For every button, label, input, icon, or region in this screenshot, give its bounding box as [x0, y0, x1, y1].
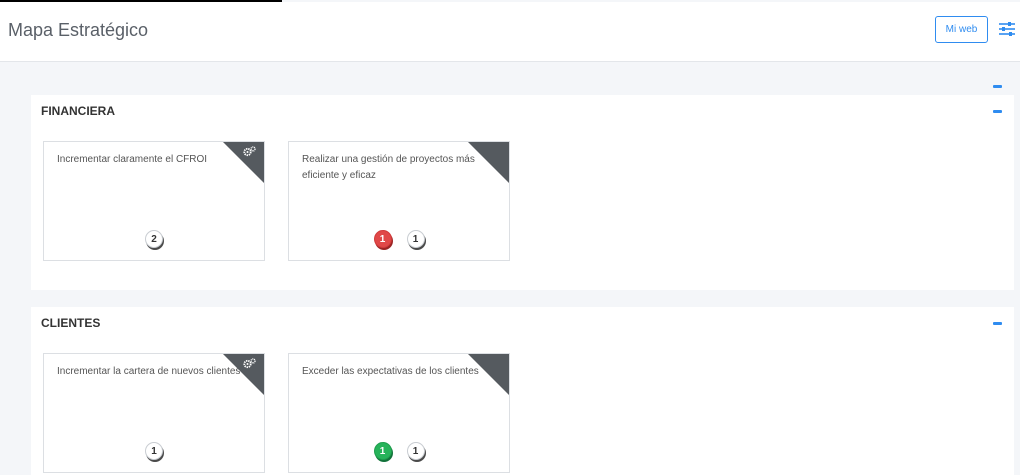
mi-web-button[interactable]: Mi web [935, 16, 988, 43]
objective-text: Realizar una gestión de proyectos más ef… [302, 154, 475, 181]
card-badges: 1 1 [289, 442, 509, 460]
section-financiera: FINANCIERA Incrementar claramente el CFR… [31, 95, 1014, 290]
gears-icon [243, 146, 256, 157]
objective-card[interactable]: Exceder las expectativas de los clientes… [288, 353, 510, 473]
objective-card[interactable]: Incrementar la cartera de nuevos cliente… [43, 353, 265, 473]
count-badge[interactable]: 1 [406, 442, 425, 460]
count-badge[interactable]: 2 [145, 230, 163, 248]
section-title: FINANCIERA [41, 104, 115, 118]
objective-card[interactable]: Realizar una gestión de proyectos más ef… [288, 141, 510, 261]
card-badges: 1 1 [289, 230, 509, 248]
objective-text: Exceder las expectativas de los clientes [302, 366, 479, 377]
collapse-all-minus-icon[interactable] [992, 80, 1004, 92]
card-badges: 2 [44, 230, 264, 248]
section-collapse-minus-icon[interactable] [991, 107, 1005, 117]
section-collapse-minus-icon[interactable] [991, 319, 1005, 329]
section-title: CLIENTES [41, 316, 101, 330]
objective-card[interactable]: Incrementar claramente el CFROI 2 [43, 141, 265, 261]
page-header: Mapa Estratégico Mi web [0, 2, 1020, 62]
card-badges: 1 [44, 442, 264, 460]
gears-icon [243, 358, 256, 369]
section-clientes: CLIENTES Incrementar la cartera de nuevo… [31, 307, 1014, 475]
page-title: Mapa Estratégico [8, 20, 149, 40]
card-corner [468, 142, 509, 183]
count-badge[interactable]: 1 [145, 442, 163, 460]
alert-badge[interactable]: 1 [373, 230, 392, 248]
settings-sliders-icon[interactable] [998, 20, 1016, 38]
objective-text: Incrementar claramente el CFROI [57, 154, 208, 165]
success-badge[interactable]: 1 [373, 442, 392, 460]
objective-text: Incrementar la cartera de nuevos cliente… [57, 366, 241, 377]
count-badge[interactable]: 1 [406, 230, 425, 248]
card-corner [468, 354, 509, 395]
